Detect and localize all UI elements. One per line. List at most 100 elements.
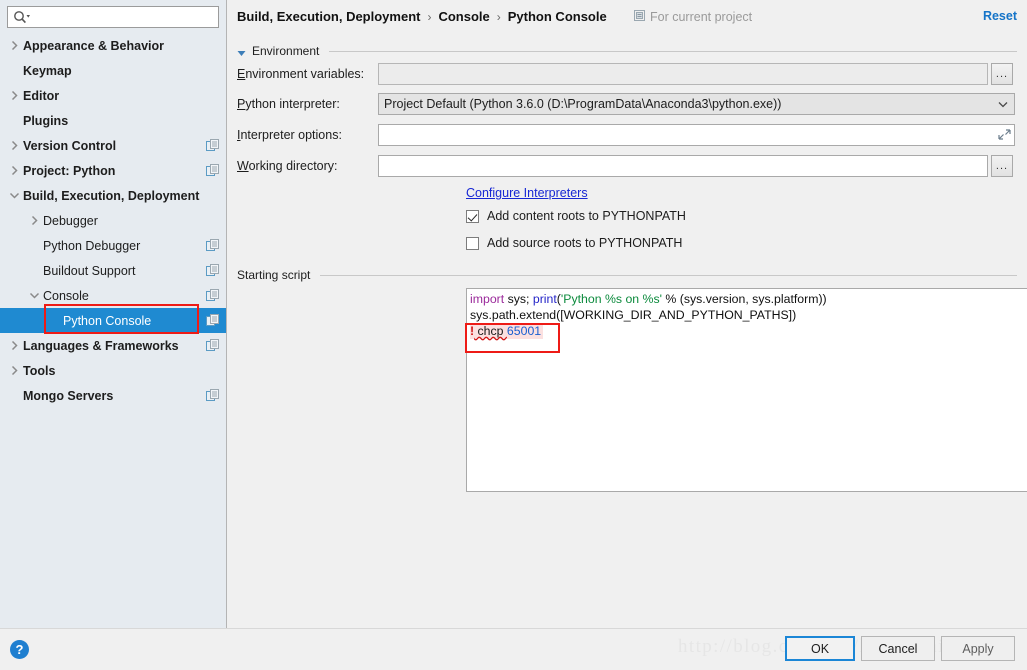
add-content-roots-checkbox-row: Add content roots to PYTHONPATH [466,209,686,223]
cancel-button[interactable]: Cancel [861,636,935,661]
environment-variables-row: Environment variables: ... [237,63,1027,85]
interpreter-options-row: Interpreter options: [237,124,1027,146]
interpreter-options-label-rest: nterpreter options: [240,128,342,142]
breadcrumb-item-1: Console [438,9,490,24]
code-token: 65001 [506,324,542,338]
sidebar-item-buildout-support[interactable]: Buildout Support [0,258,226,283]
add-source-roots-checkbox-row: Add source roots to PYTHONPATH [466,236,682,250]
sidebar-item-python-debugger[interactable]: Python Debugger [0,233,226,258]
sidebar-item-appearance-behavior[interactable]: Appearance & Behavior [0,33,226,58]
module-scope-icon [206,138,220,153]
interpreter-options-input[interactable] [378,124,1015,146]
sidebar-item-version-control[interactable]: Version Control [0,133,226,158]
section-divider [320,274,1017,276]
chevron-right-icon[interactable] [8,139,21,152]
sidebar-item-label: Appearance & Behavior [23,38,165,53]
chevron-right-icon[interactable] [8,164,21,177]
sidebar-item-plugins[interactable]: Plugins [0,108,226,133]
module-scope-icon [206,163,220,178]
working-directory-input[interactable] [378,155,988,177]
configure-interpreters-link[interactable]: Configure Interpreters [466,186,588,200]
sidebar-item-mongo-servers[interactable]: Mongo Servers [0,383,226,408]
module-scope-icon [206,313,220,328]
sidebar-item-label: Build, Execution, Deployment [23,188,200,203]
chevron-down-icon[interactable] [8,189,21,202]
sidebar-item-keymap[interactable]: Keymap [0,58,226,83]
sidebar-item-debugger[interactable]: Debugger [0,208,226,233]
module-scope-icon [206,238,220,253]
help-button[interactable]: ? [10,640,29,659]
sidebar-item-console[interactable]: Console [0,283,226,308]
chevron-right-icon[interactable] [8,364,21,377]
apply-button[interactable]: Apply [941,636,1015,661]
expand-editor-icon[interactable] [998,128,1011,141]
sidebar-item-label: Console [43,288,89,303]
module-scope-icon [634,10,645,24]
module-scope-icon [206,388,220,403]
code-token: sys; [504,292,533,306]
chevron-right-icon[interactable] [8,89,21,102]
sidebar-item-editor[interactable]: Editor [0,83,226,108]
chevron-right-icon[interactable] [28,214,41,227]
sidebar-item-label: Languages & Frameworks [23,338,179,353]
sidebar-item-python-console[interactable]: Python Console [0,308,226,333]
environment-variables-input[interactable] [378,63,988,85]
environment-variables-label-rest: nvironment variables: [245,67,365,81]
breadcrumb-item-2: Python Console [507,9,607,24]
breadcrumb-item-0: Build, Execution, Deployment [237,9,421,24]
environment-section-header: Environment [237,44,1017,58]
reset-link[interactable]: Reset [983,9,1017,23]
sidebar-item-label: Buildout Support [43,263,136,278]
sidebar-item-label: Keymap [23,63,72,78]
starting-script-section-title: Starting script [237,268,311,282]
ok-button[interactable]: OK [785,636,855,661]
breadcrumb-separator: › [496,9,501,24]
ellipsis-icon: ... [995,67,1009,80]
sidebar-item-project-python[interactable]: Project: Python [0,158,226,183]
code-token: print [532,292,557,306]
code-token: sys.path.extend([WORKING_DIR_AND_PYTHON_… [470,308,797,322]
code-token: chcp [474,324,507,338]
breadcrumb: Build, Execution, Deployment › Console ›… [237,9,607,24]
environment-variables-browse-button[interactable]: ... [991,63,1013,85]
chevron-right-icon[interactable] [8,339,21,352]
code-token: % (sys.version, sys.platform)) [661,292,827,306]
sidebar-item-tools[interactable]: Tools [0,358,226,383]
ellipsis-icon: ... [995,159,1009,172]
module-scope-icon [206,338,220,353]
search-input[interactable] [8,7,218,27]
starting-script-editor[interactable]: import sys; print('Python %s on %s' % (s… [466,288,1027,492]
sidebar-item-label: Editor [23,88,60,103]
python-interpreter-select[interactable]: Project Default (Python 3.6.0 (D:\Progra… [378,93,1015,115]
sidebar-item-languages-frameworks[interactable]: Languages & Frameworks [0,333,226,358]
mnemonic: W [237,159,249,173]
python-interpreter-value: Project Default (Python 3.6.0 (D:\Progra… [384,97,782,111]
sidebar-item-build-execution-deployment[interactable]: Build, Execution, Deployment [0,183,226,208]
chevron-down-icon[interactable] [28,289,41,302]
sidebar-item-label: Debugger [43,213,98,228]
interpreter-options-label: Interpreter options: [237,128,378,142]
add-source-roots-label: Add source roots to PYTHONPATH [487,236,683,250]
search-box[interactable] [7,6,219,28]
section-divider [329,50,1017,52]
for-current-project: For current project [634,10,752,24]
breadcrumb-separator: › [427,9,432,24]
interpreter-options-field-wrap [378,124,1015,146]
sidebar-item-label: Project: Python [23,163,116,178]
sidebar-item-label: Tools [23,363,56,378]
add-content-roots-checkbox[interactable] [466,209,479,223]
add-source-roots-checkbox[interactable] [466,236,479,250]
sidebar-item-label: Plugins [23,113,69,128]
settings-tree: Appearance & Behavior Keymap Editor Plugins… [0,33,226,408]
working-directory-row: Working directory: ... [237,155,1027,177]
working-directory-browse-button[interactable]: ... [991,155,1013,177]
search-container [0,0,226,28]
chevron-down-icon[interactable] [237,47,246,56]
working-directory-label-rest: orking directory: [248,159,338,173]
chevron-right-icon[interactable] [8,39,21,52]
